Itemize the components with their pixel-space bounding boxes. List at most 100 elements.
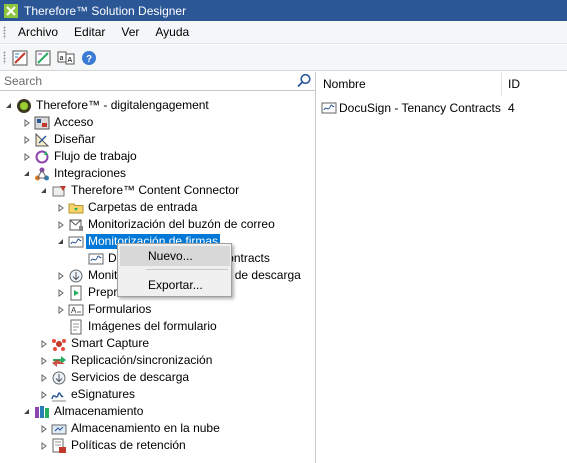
svg-text:a: a (60, 55, 64, 62)
collapse-arrow-icon[interactable] (39, 182, 48, 199)
tree-label-imagenes: Imágenes del formulario (88, 319, 217, 333)
tree-item-smart-capture[interactable]: Smart Capture (39, 335, 151, 352)
content-connector-icon (51, 183, 67, 199)
designer-tool-icon[interactable] (10, 48, 30, 68)
list-item[interactable]: DocuSign - Tenancy Contracts 4 (317, 99, 515, 117)
list-pane: Nombre ID DocuSign - Tenancy Contracts 4 (317, 72, 567, 463)
collapse-arrow-icon[interactable] (56, 233, 65, 250)
expand-arrow-icon[interactable] (39, 437, 48, 454)
access-icon (34, 115, 50, 131)
expand-arrow-icon[interactable] (56, 301, 65, 318)
svg-text:A: A (71, 306, 77, 315)
collapse-arrow-icon[interactable] (22, 403, 31, 420)
tree-label-replicacion: Replicación/sincronización (71, 353, 213, 367)
expand-arrow-icon[interactable] (56, 199, 65, 216)
menu-bar: Archivo Editar Ver Ayuda (0, 21, 567, 44)
therefore-server-icon (16, 98, 32, 114)
menu-editar[interactable]: Editar (66, 22, 113, 42)
cloud-storage-icon (51, 421, 67, 437)
mailbox-icon (68, 217, 84, 233)
search-box (0, 72, 316, 91)
signature-monitor-icon (68, 234, 84, 250)
tree-label-almacenamiento: Almacenamiento (54, 404, 144, 418)
expand-arrow-icon[interactable] (22, 131, 31, 148)
expand-arrow-icon[interactable] (22, 148, 31, 165)
tree-item-almacenamiento[interactable]: Almacenamiento (22, 403, 145, 420)
expand-arrow-icon[interactable] (56, 267, 65, 284)
search-input[interactable] (0, 72, 280, 90)
context-menu-separator (146, 269, 228, 270)
tree-item-flujo[interactable]: Flujo de trabajo (22, 148, 139, 165)
tree-label-carpetas: Carpetas de entrada (88, 200, 198, 214)
workflow-icon (34, 149, 50, 165)
therefore-logo-icon (4, 3, 18, 18)
expand-arrow-icon[interactable] (39, 420, 48, 437)
menu-ver[interactable]: Ver (113, 22, 147, 42)
tree-item-retencion[interactable]: Políticas de retención (39, 437, 188, 454)
expand-arrow-icon[interactable] (39, 386, 48, 403)
svg-text:A: A (68, 57, 73, 64)
collapse-arrow-icon[interactable] (22, 165, 31, 182)
tree-item-content-connector[interactable]: Therefore™ Content Connector (39, 182, 241, 199)
integrations-icon (34, 166, 50, 182)
expand-arrow-icon[interactable] (39, 352, 48, 369)
tree-item-buzon[interactable]: Monitorización del buzón de correo (56, 216, 277, 233)
expand-arrow-icon[interactable] (39, 369, 48, 386)
tree-item-replicacion[interactable]: Replicación/sincronización (39, 352, 214, 369)
signature-monitor-icon (88, 251, 104, 267)
tree-label-integraciones: Integraciones (54, 166, 127, 180)
expand-arrow-icon[interactable] (56, 284, 65, 301)
replication-icon (51, 353, 67, 369)
download-folder-icon (68, 268, 84, 284)
tree-item-imagenes[interactable]: Imágenes del formulario (68, 318, 219, 335)
context-menu-new[interactable]: Nuevo... (120, 246, 230, 266)
tree-item-acceso[interactable]: Acceso (22, 114, 95, 131)
window-title: Therefore™ Solution Designer (24, 3, 187, 18)
tree-label-servicios: Servicios de descarga (71, 370, 190, 384)
tree-item-formularios[interactable]: A Formularios (56, 301, 153, 318)
tree-item-disenar[interactable]: Diseñar (22, 131, 97, 148)
tree-item-nube[interactable]: Almacenamiento en la nube (39, 420, 222, 437)
tree-label-disenar: Diseñar (54, 132, 96, 146)
toolbar-grip-icon[interactable] (3, 51, 6, 64)
expand-arrow-icon[interactable] (56, 216, 65, 233)
download-services-icon (51, 370, 67, 386)
tree-label-buzon: Monitorización del buzón de correo (88, 217, 275, 231)
folder-icon (68, 200, 84, 216)
retention-policy-icon (51, 438, 67, 454)
svg-text:?: ? (86, 54, 92, 65)
design-icon (34, 132, 50, 148)
context-menu: Nuevo... Exportar... (117, 243, 232, 297)
language-tool-icon[interactable]: aA (56, 48, 76, 68)
list-header: Nombre ID (317, 72, 567, 96)
tree-label-root: Therefore™ - digitalengagement (36, 98, 209, 112)
collapse-arrow-icon[interactable] (4, 97, 13, 114)
edit-tool-icon[interactable] (33, 48, 53, 68)
tree-item-esignatures[interactable]: eSignatures (39, 386, 137, 403)
help-icon[interactable]: ? (79, 48, 99, 68)
column-header-name[interactable]: Nombre (317, 72, 502, 96)
forms-icon: A (68, 302, 84, 318)
preprocessing-icon (68, 285, 84, 301)
expand-arrow-icon[interactable] (22, 114, 31, 131)
list-item-name: DocuSign - Tenancy Contracts (339, 101, 501, 115)
menu-ayuda[interactable]: Ayuda (147, 22, 197, 42)
tree-item-carpetas[interactable]: Carpetas de entrada (56, 199, 199, 216)
expand-arrow-icon[interactable] (39, 335, 48, 352)
tree-item-root[interactable]: Therefore™ - digitalengagement (4, 97, 211, 114)
esignature-icon (51, 387, 67, 403)
tree-item-integraciones[interactable]: Integraciones (22, 165, 128, 182)
signature-monitor-icon (321, 100, 337, 116)
title-bar: Therefore™ Solution Designer (0, 0, 567, 21)
tree-label-nube: Almacenamiento en la nube (71, 421, 220, 435)
menu-grip-icon[interactable] (3, 25, 6, 39)
search-icon[interactable] (296, 73, 312, 92)
storage-icon (34, 404, 50, 420)
menu-archivo[interactable]: Archivo (10, 22, 66, 42)
tree-item-servicios[interactable]: Servicios de descarga (39, 369, 191, 386)
tree-label-retencion: Políticas de retención (71, 438, 186, 452)
column-header-id[interactable]: ID (502, 72, 567, 96)
form-images-icon (68, 319, 84, 335)
context-menu-export[interactable]: Exportar... (120, 275, 230, 295)
toolbar: aA ? (0, 45, 567, 71)
